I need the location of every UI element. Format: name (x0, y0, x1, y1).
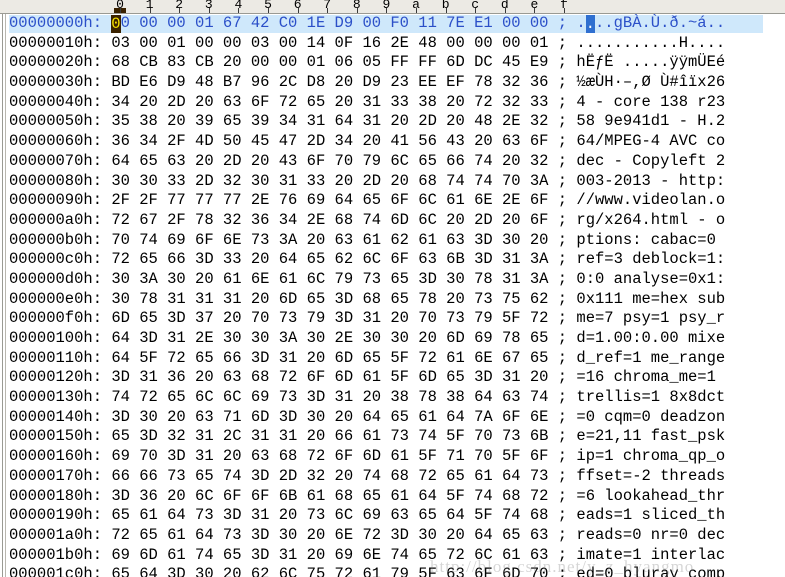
hex-row-text: 000000a0h: 72 67 2F 78 32 36 34 2E 68 74… (9, 210, 726, 229)
hex-row[interactable]: 000000b0h: 70 74 69 6F 6E 73 3A 20 63 61… (0, 231, 785, 251)
hex-row[interactable]: 00000140h: 3D 30 20 63 71 6D 3D 30 20 64… (0, 408, 785, 428)
hex-row[interactable]: 00000160h: 69 70 3D 31 20 63 68 72 6F 6D… (0, 447, 785, 467)
ruler-tick-6 (297, 8, 299, 13)
ruler-tick-0 (120, 8, 121, 13)
hex-row[interactable]: 00000170h: 66 66 73 65 74 3D 2D 32 20 74… (0, 467, 785, 487)
ascii-cursor-caret[interactable]: . (585, 15, 595, 33)
hex-row-text: 00000100h: 64 3D 31 2E 30 30 3A 30 2E 30… (9, 329, 726, 347)
hex-row-text: 00000180h: 3D 36 20 6C 6F 6F 6B 61 68 65… (9, 486, 726, 505)
hex-row-text: 00000170h: 66 66 73 65 74 3D 2D 32 20 74… (9, 466, 726, 485)
ruler-tick-d (504, 8, 506, 13)
hex-row-text: 00000160h: 69 70 3D 31 20 63 68 72 6F 6D… (9, 447, 726, 466)
hex-row-text: 000000e0h: 30 78 31 31 31 20 6D 65 3D 68… (9, 289, 726, 308)
hex-row-text: 000001b0h: 69 6D 61 74 65 3D 31 20 69 6E… (9, 545, 726, 564)
hex-row-list: 00000000h: 00 00 00 01 67 42 C0 1E D9 00… (0, 14, 785, 577)
hex-row[interactable]: 00000030h: BD E6 D9 48 B7 96 2C D8 20 D9… (0, 73, 785, 93)
hex-row[interactable]: 00000010h: 03 00 01 00 00 03 00 14 0F 16… (0, 34, 785, 54)
hex-cursor-caret[interactable]: 0 (111, 15, 121, 33)
hex-row[interactable]: 000000e0h: 30 78 31 31 31 20 6D 65 3D 68… (0, 290, 785, 310)
hex-row[interactable]: 00000110h: 64 5F 72 65 66 3D 31 20 6D 65… (0, 349, 785, 369)
hex-row-text: 00000050h: 35 38 20 39 65 39 34 31 64 31… (9, 112, 726, 131)
hex-row[interactable]: 00000000h: 00 00 00 01 67 42 C0 1E D9 00… (0, 14, 785, 34)
hex-row[interactable]: 000000d0h: 30 3A 30 20 61 6E 61 6C 79 73… (0, 270, 785, 290)
hex-row[interactable]: 00000020h: 68 CB 83 CB 20 00 00 01 06 05… (0, 53, 785, 73)
hex-row-text: 00000020h: 68 CB 83 CB 20 00 00 01 06 05… (9, 53, 726, 72)
ruler-tick-e (534, 8, 536, 13)
ruler-tick-1 (149, 8, 151, 13)
hex-row[interactable]: 00000180h: 3D 36 20 6C 6F 6F 6B 61 68 65… (0, 487, 785, 507)
hex-row[interactable]: 000001c0h: 65 64 3D 30 20 62 6C 75 72 61… (0, 565, 785, 577)
hex-row-text: 000000c0h: 72 65 66 3D 33 20 64 65 62 6C… (9, 250, 726, 269)
hex-row[interactable]: 00000040h: 34 20 2D 20 63 6F 72 65 20 31… (0, 93, 785, 113)
hex-row-text: 00000110h: 64 5F 72 65 66 3D 31 20 6D 65… (9, 348, 726, 367)
hex-row-text: 00000040h: 34 20 2D 20 63 6F 72 65 20 31… (9, 92, 726, 111)
hex-row-text: 00000070h: 64 65 63 20 2D 20 43 6F 70 79… (9, 151, 726, 170)
ruler-tick-f (564, 8, 565, 13)
hex-row-text: 00000030h: BD E6 D9 48 B7 96 2C D8 20 D9… (9, 73, 726, 92)
hex-row-text: 00000090h: 2F 2F 77 77 77 2E 76 69 64 65… (9, 191, 726, 210)
hex-row[interactable]: 00000070h: 64 65 63 20 2D 20 43 6F 70 79… (0, 152, 785, 172)
hex-row-text: 000001c0h: 65 64 3D 30 20 62 6C 75 72 61… (9, 565, 726, 577)
hex-dump-pane[interactable]: 00000000h: 00 00 00 01 67 42 C0 1E D9 00… (0, 14, 785, 577)
ruler-tick-2 (179, 8, 181, 13)
hex-row[interactable]: 000000f0h: 6D 65 3D 37 20 70 73 79 3D 31… (0, 309, 785, 329)
ruler-tick-4 (238, 8, 240, 13)
ruler-tick-3 (208, 8, 210, 13)
hex-row[interactable]: 00000100h: 64 3D 31 2E 30 30 3A 30 2E 30… (0, 329, 785, 349)
hex-row[interactable]: 000000c0h: 72 65 66 3D 33 20 64 65 62 6C… (0, 250, 785, 270)
hex-row[interactable]: 000001a0h: 72 65 61 64 73 3D 30 20 6E 72… (0, 526, 785, 546)
hex-row-text: 000001a0h: 72 65 61 64 73 3D 30 20 6E 72… (9, 525, 726, 544)
hex-row[interactable]: 00000150h: 65 3D 32 31 2C 31 31 20 66 61… (0, 427, 785, 447)
ruler-tick-b (445, 8, 447, 13)
hex-row-text: 00000120h: 3D 31 36 20 63 68 72 6F 6D 61… (9, 368, 726, 387)
hex-row-text: 00000010h: 03 00 01 00 00 03 00 14 0F 16… (9, 33, 726, 52)
hex-row[interactable]: 000000a0h: 72 67 2F 78 32 36 34 2E 68 74… (0, 211, 785, 231)
ruler-tick-8 (356, 8, 358, 13)
hex-row[interactable]: 00000050h: 35 38 20 39 65 39 34 31 64 31… (0, 112, 785, 132)
ruler-tick-7 (327, 8, 329, 13)
hex-row[interactable]: 00000080h: 30 30 33 2D 32 30 31 33 20 2D… (0, 172, 785, 192)
hex-row-text: 00000140h: 3D 30 20 63 71 6D 3D 30 20 64… (9, 407, 726, 426)
hex-row-text: 00000190h: 65 61 64 73 3D 31 20 73 6C 69… (9, 506, 726, 525)
hex-editor-window: 0123456789abcdef 00000000h: 00 00 00 01 … (0, 0, 785, 577)
hex-row-text: 000000b0h: 70 74 69 6F 6E 73 3A 20 63 61… (9, 230, 726, 249)
hex-row-text: 00000080h: 30 30 33 2D 32 30 31 33 20 2D… (9, 171, 726, 190)
hex-row[interactable]: 00000130h: 74 72 65 6C 6C 69 73 3D 31 20… (0, 388, 785, 408)
ruler-tick-9 (386, 8, 388, 13)
ruler-tick-a (416, 8, 417, 13)
hex-row[interactable]: 000001b0h: 69 6D 61 74 65 3D 31 20 69 6E… (0, 546, 785, 566)
ruler-tick-c (475, 8, 477, 13)
hex-row-text: 000000f0h: 6D 65 3D 37 20 70 73 79 3D 31… (9, 309, 726, 328)
hex-row-text: 000000d0h: 30 3A 30 20 61 6E 61 6C 79 73… (9, 269, 726, 288)
hex-row-text: 00000150h: 65 3D 32 31 2C 31 31 20 66 61… (9, 427, 726, 446)
hex-row-text: 00000060h: 36 34 2F 4D 50 45 47 2D 34 20… (9, 132, 726, 151)
hex-row[interactable]: 00000190h: 65 61 64 73 3D 31 20 73 6C 69… (0, 506, 785, 526)
ruler-tick-5 (268, 8, 269, 13)
hex-row[interactable]: 00000120h: 3D 31 36 20 63 68 72 6F 6D 61… (0, 368, 785, 388)
hex-row[interactable]: 00000090h: 2F 2F 77 77 77 2E 76 69 64 65… (0, 191, 785, 211)
hex-row-text: 00000130h: 74 72 65 6C 6C 69 73 3D 31 20… (9, 388, 726, 407)
column-ruler: 0123456789abcdef (0, 0, 785, 14)
hex-row[interactable]: 00000060h: 36 34 2F 4D 50 45 47 2D 34 20… (0, 132, 785, 152)
